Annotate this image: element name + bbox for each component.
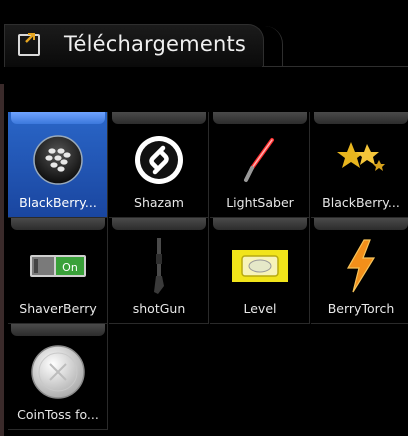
page-title: Téléchargements xyxy=(64,32,247,56)
lightning-bolt-icon xyxy=(333,238,389,294)
app-tile-berrytorch[interactable]: BerryTorch xyxy=(311,218,408,324)
app-label: BlackBerry... xyxy=(322,195,400,210)
shotgun-icon xyxy=(131,238,187,294)
tile-cap xyxy=(112,112,206,124)
tile-cap xyxy=(213,218,307,230)
tile-cap xyxy=(11,112,105,124)
app-tile-shazam[interactable]: Shazam xyxy=(109,112,209,218)
blackberry-logo-icon xyxy=(30,132,86,188)
coin-icon xyxy=(30,344,86,400)
tile-cap xyxy=(213,112,307,124)
shaver-toggle-icon: On xyxy=(30,238,86,294)
app-label: Level xyxy=(243,301,277,316)
tile-cap xyxy=(314,112,408,124)
tab-curve xyxy=(254,26,283,66)
app-grid: BlackBerry... Shazam LightSaber BlackBer… xyxy=(8,112,408,436)
tile-cap xyxy=(314,218,408,230)
app-label: CoinToss fo... xyxy=(17,407,99,422)
lightsaber-icon xyxy=(232,132,288,188)
app-tile-blackberry-2[interactable]: BlackBerry... xyxy=(311,112,408,218)
app-tile-level[interactable]: Level xyxy=(210,218,310,324)
shazam-icon xyxy=(131,132,187,188)
app-label: shotGun xyxy=(132,301,186,316)
app-label: BlackBerry... xyxy=(19,195,97,210)
svg-text:On: On xyxy=(62,261,78,274)
app-label: ShaverBerry xyxy=(19,301,97,316)
app-tile-blackberry[interactable]: BlackBerry... xyxy=(8,112,108,218)
bubble-level-icon xyxy=(232,238,288,294)
app-tile-shotgun[interactable]: shotGun xyxy=(109,218,209,324)
app-label: LightSaber xyxy=(226,195,294,210)
app-label: Shazam xyxy=(134,195,184,210)
app-tile-cointoss[interactable]: CoinToss fo... xyxy=(8,324,108,430)
tile-cap xyxy=(11,324,105,336)
blackberry-stars-icon xyxy=(333,132,389,188)
app-label: BerryTorch xyxy=(327,301,395,316)
header-bar: Téléchargements xyxy=(0,0,408,84)
tile-cap xyxy=(112,218,206,230)
app-tile-lightsaber[interactable]: LightSaber xyxy=(210,112,310,218)
app-tile-shaverberry[interactable]: On ShaverBerry xyxy=(8,218,108,324)
tab-underline xyxy=(262,66,408,67)
folder-download-icon xyxy=(18,33,40,56)
tile-cap xyxy=(11,218,105,230)
